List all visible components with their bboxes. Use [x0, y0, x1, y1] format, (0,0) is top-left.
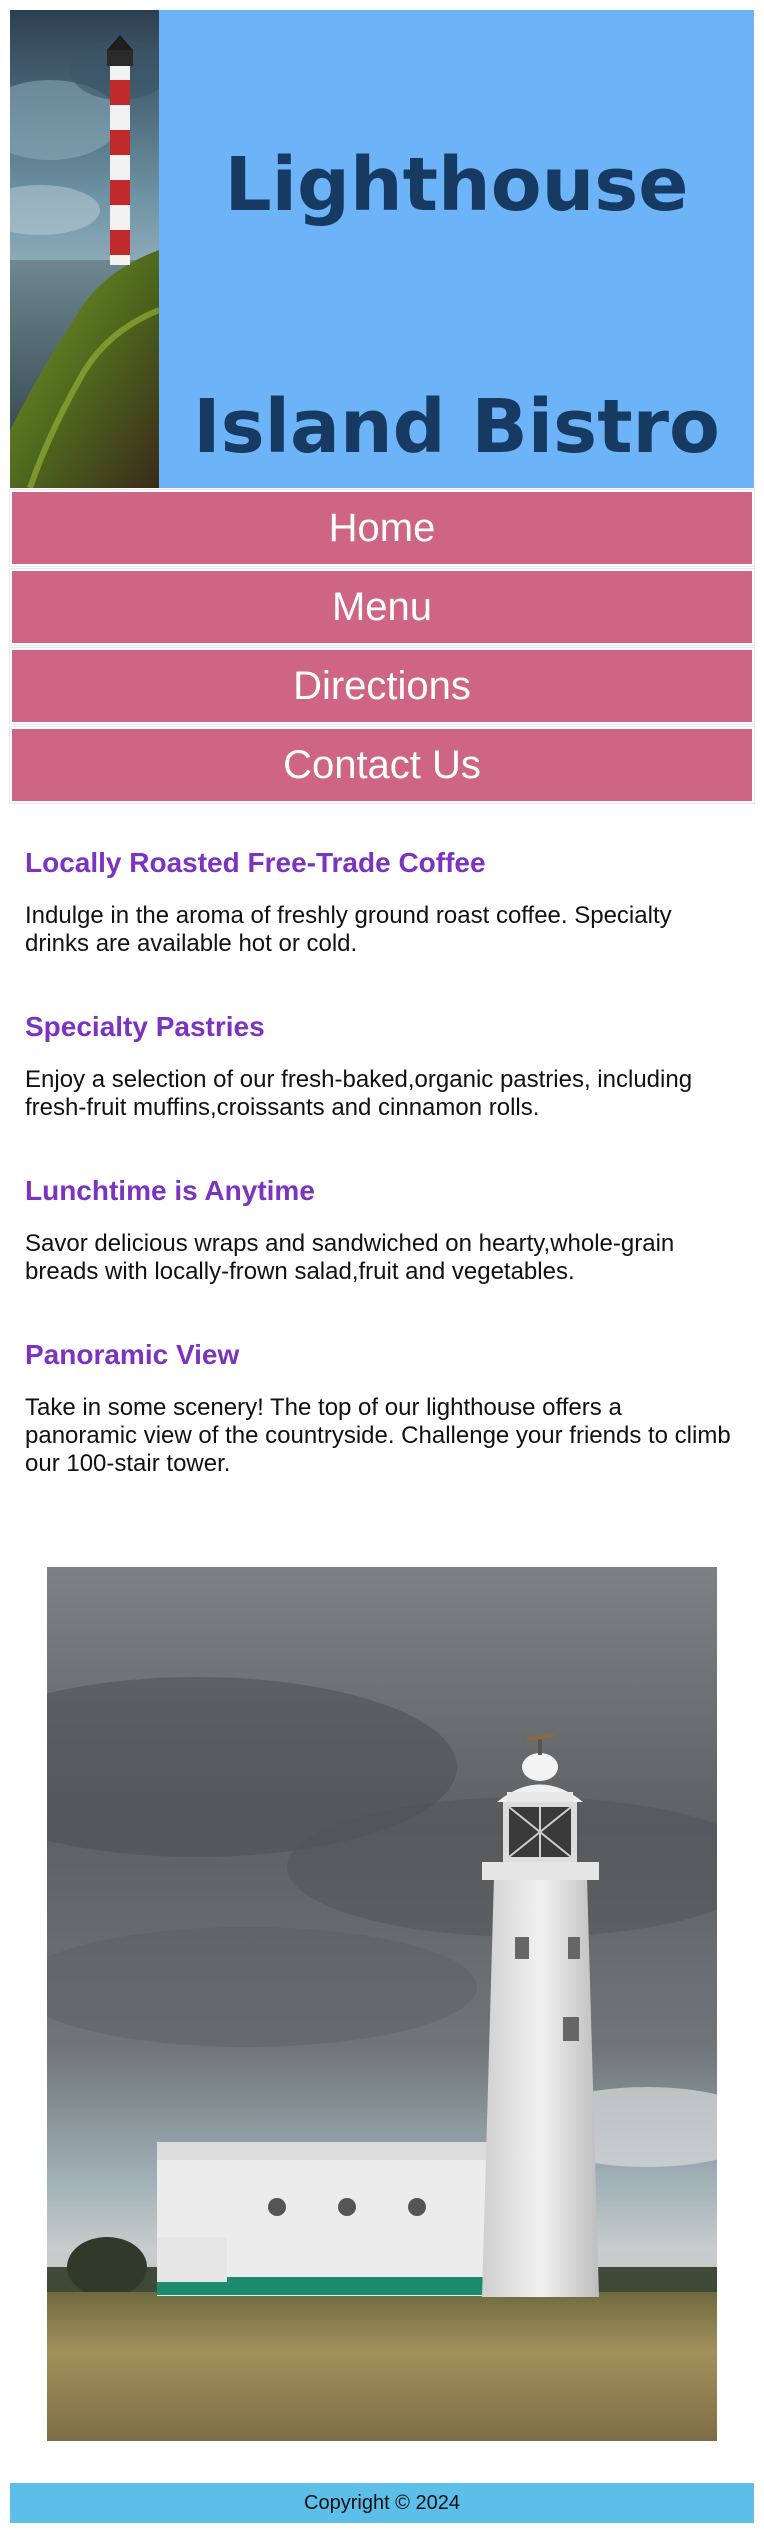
page: Lighthouse Island Bistro Home Menu Direc… [0, 0, 764, 2533]
lighthouse-photo [47, 1567, 717, 2441]
site-header: Lighthouse Island Bistro [10, 10, 754, 488]
section-heading: Specialty Pastries [25, 1011, 265, 1042]
section-panoramic-view: Panoramic View Take in some scenery! The… [25, 1338, 739, 1478]
main-content: Locally Roasted Free-Trade Coffee Indulg… [25, 846, 739, 1530]
main-nav: Home Menu Directions Contact Us [9, 489, 755, 806]
section-pastries: Specialty Pastries Enjoy a selection of … [25, 1010, 739, 1122]
section-text: Savor delicious wraps and sandwiched on … [25, 1230, 675, 1285]
copyright-text: Copyright © 2024 [304, 2492, 460, 2514]
nav-item-directions[interactable]: Directions [9, 647, 755, 725]
nav-item-menu[interactable]: Menu [9, 568, 755, 646]
section-heading: Panoramic View [25, 1339, 240, 1370]
nav-item-contact-us[interactable]: Contact Us [9, 726, 755, 804]
section-heading: Lunchtime is Anytime [25, 1175, 315, 1206]
lighthouse-header-image [10, 10, 159, 488]
section-lunch: Lunchtime is Anytime Savor delicious wra… [25, 1174, 739, 1286]
nav-item-home[interactable]: Home [9, 489, 755, 567]
section-text: Indulge in the aroma of freshly ground r… [25, 902, 672, 957]
section-text: Take in some scenery! The top of our lig… [25, 1394, 731, 1477]
section-heading: Locally Roasted Free-Trade Coffee [25, 847, 486, 878]
site-title-line-2: Island Bistro [193, 383, 720, 470]
section-coffee: Locally Roasted Free-Trade Coffee Indulg… [25, 846, 739, 958]
site-footer: Copyright © 2024 [10, 2483, 754, 2523]
site-title-line-1: Lighthouse [224, 141, 689, 228]
section-text: Enjoy a selection of our fresh-baked,org… [25, 1066, 693, 1121]
